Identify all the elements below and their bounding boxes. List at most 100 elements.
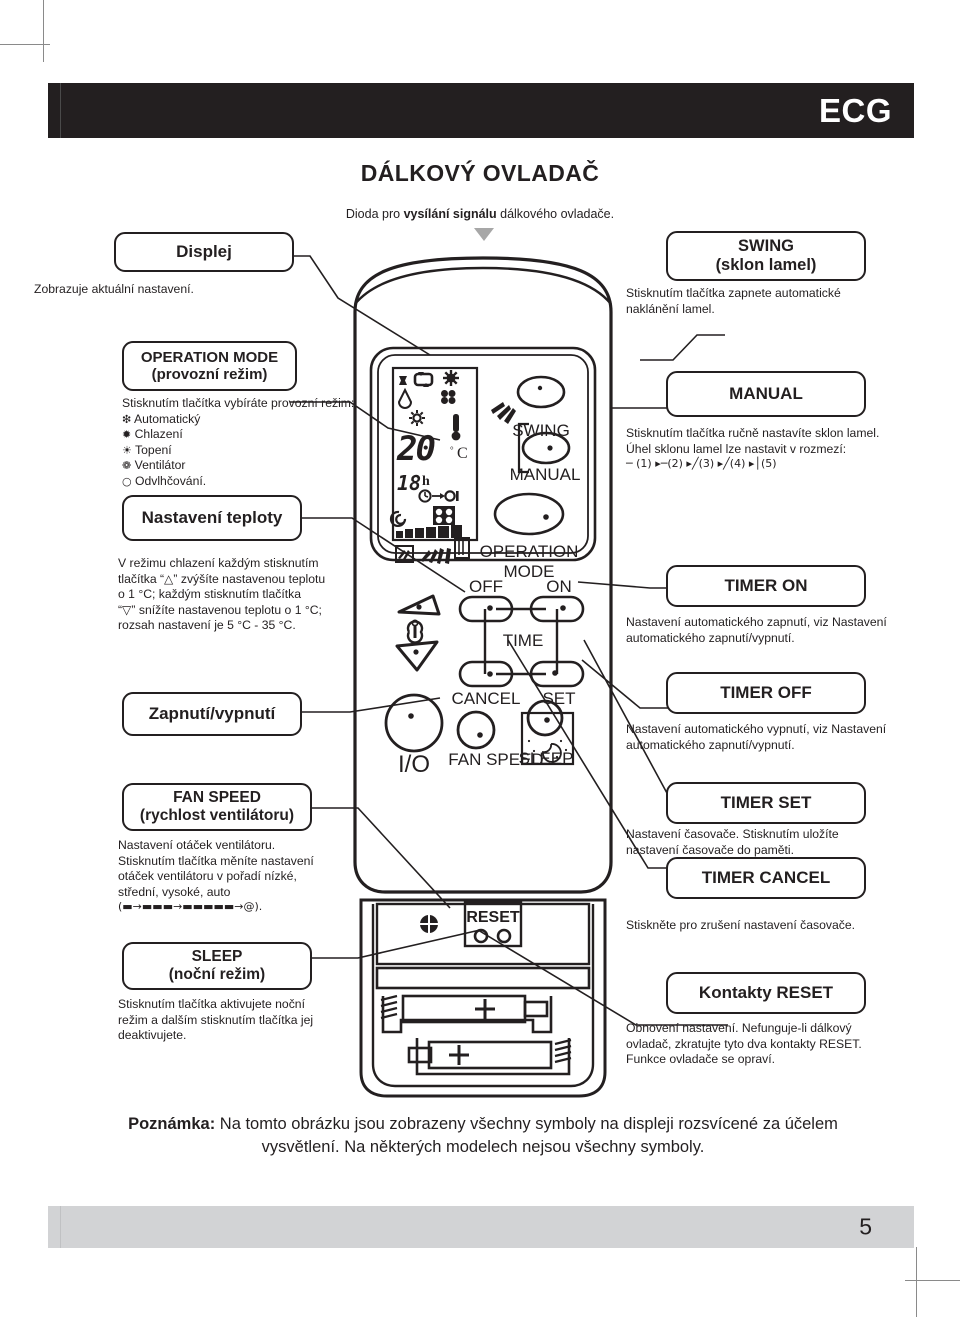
thermometer-icon [406,619,424,644]
mode-label-heating: Topení [135,442,172,457]
callout-swing[interactable]: SWING (sklon lamel) [666,231,866,281]
header-side-stripe [60,83,61,138]
mode-label-dehumidify: Odvlhčování. [135,474,207,489]
manual-button-label: MANUAL [510,465,581,484]
callout-swing-title-2: (sklon lamel) [715,256,817,274]
timer-on-desc-line-1: Nastavení automatického zapnutí, viz Nas… [626,615,887,629]
swing-desc-line-2: naklánění lamel. [626,301,715,316]
callout-fan-speed-desc: Nastavení otáček ventilátoru. Stisknutím… [118,838,378,915]
callout-timer-set[interactable]: TIMER SET [666,782,866,824]
fan-speed-button [456,710,496,750]
fan-speed-desc-line-3: otáček ventilátoru v pořadí nízké, [118,869,297,884]
callout-manual-desc: Stisknutím tlačítka ručně nastavíte sklo… [626,426,936,471]
crop-mark-bottom-right-vertical [916,1247,917,1317]
lcd-temperature-value: 20 [396,429,434,469]
operation-mode-button [493,492,565,536]
swing-desc-line-1: Stisknutím tlačítka zapnete automatické [626,286,841,300]
timer-cancel-button-label: CANCEL [452,689,521,708]
callout-operation-mode-desc: Stisknutím tlačítka vybíráte provozní re… [122,396,372,490]
operation-mode-button-label-1: OPERATION [480,542,579,561]
callout-display-desc: Zobrazuje aktuální nastavení. [34,282,194,296]
timer-off-button-label: OFF [469,577,503,596]
callout-operation-mode-title-1: OPERATION MODE [140,348,279,366]
mode-item-fan: ❁ Ventilátor [122,458,372,474]
fan-icon: ❁ [122,459,132,473]
ir-led-caption-post: dálkového ovladače. [496,207,615,221]
auto-mode-icon: ❇ [122,412,132,426]
callout-power-title: Zapnutí/vypnutí [148,704,276,724]
callout-operation-mode-title-2: (provozní režim) [151,366,268,383]
callout-reset-desc: Obnovení nastavení. Nefunguje-li dálkový… [626,1021,936,1068]
operation-mode-list: ❇ Automatický ✹ Chlazení ☀ Topení ❁ Vent… [122,412,372,490]
mode-item-dehumidify: ○ Odvlhčování. [122,474,372,490]
page-number: 5 [859,1213,872,1240]
manual-angle-symbols: ─ (1) ▸─(2) ▸╱(3) ▸╱(4) ▸│(5) [626,457,777,471]
callout-power[interactable]: Zapnutí/vypnutí [122,692,302,736]
page-title: DÁLKOVÝ OVLADAČ [360,160,600,186]
callout-fan-speed-title-1: FAN SPEED [173,789,261,807]
footnote-text: Na tomto obrázku jsou zobrazeny všechny … [215,1115,838,1156]
reset-contact-2 [496,928,512,944]
fan-speed-desc-line-2: Stisknutím tlačítka měníte nastavení [118,853,314,868]
reset-desc-line-3: Funkce ovladače se opraví. [626,1052,776,1067]
footnote: Poznámka: Na tomto obrázku jsou zobrazen… [118,1113,848,1159]
ir-led-caption-bold: vysílání signálu [403,207,497,221]
callout-fan-speed-title-2: (rychlost ventilátoru) [139,807,295,824]
heating-icon: ☀ [122,443,132,457]
reset-contact-1 [473,928,489,944]
reset-label: RESET [466,909,520,926]
crop-mark-top-left-horizontal [0,44,50,45]
temp-down-button [395,640,439,672]
time-label: TIME [503,631,544,650]
callout-timer-off[interactable]: TIMER OFF [666,672,866,714]
callout-display[interactable]: Displej [114,232,294,272]
dehumidify-icon: ○ [122,475,132,489]
callout-reset[interactable]: Kontakty RESET [666,972,866,1014]
fan-speed-desc-line-4: střední, vysoké, auto [118,884,231,899]
callout-temperature[interactable]: Nastavení teploty [122,495,302,541]
manual-desc-line-2: Úhel sklonu lamel lze nastavit v rozmezí… [626,441,847,456]
sleep-desc-line-3: deaktivujete. [118,1028,187,1043]
manual-page: ECG DÁLKOVÝ OVLADAČ Dioda pro vysílání s… [0,0,960,1325]
callout-timer-on[interactable]: TIMER ON [666,565,866,607]
timer-on-button-label: ON [546,577,572,596]
ir-led-caption-pre: Dioda pro [345,207,404,221]
sleep-desc-line-1: Stisknutím tlačítka aktivujete noční [118,997,305,1011]
fan-speed-symbols: (▬→▬▬▬→▬▬▬▬▬→@). [118,900,263,914]
lcd-hours-value: 18 [397,471,421,495]
footer-side-stripe [60,1206,61,1248]
callout-timer-off-desc: Nastavení automatického vypnutí, viz Nas… [626,722,936,753]
callout-swing-desc: Stisknutím tlačítka zapnete automatické … [626,286,926,317]
cooling-icon: ✹ [122,428,132,442]
temperature-desc-line-2: tlačítka “△” zvýšíte nastavenou teplotu [118,571,326,586]
power-button [384,693,444,753]
callout-sleep[interactable]: SLEEP (noční režim) [122,942,312,990]
callout-swing-title-1: SWING [738,236,794,255]
header-bar: ECG [48,83,914,138]
callout-sleep-title-1: SLEEP [191,948,243,966]
reset-desc-line-2: ovladač, zkratujte tyto dva kontakty RES… [626,1036,862,1051]
callout-timer-set-title: TIMER SET [720,793,812,813]
lcd-unit-label: C [457,445,468,462]
callout-manual-title: MANUAL [729,384,803,404]
callout-fan-speed[interactable]: FAN SPEED (rychlost ventilátoru) [122,783,312,831]
timer-set-desc-line-1: Nastavení časovače. Stisknutím uložíte [626,827,839,841]
crop-mark-top-left-vertical [43,0,44,62]
callout-temperature-title: Nastavení teploty [141,508,283,528]
timer-off-desc-line-2: automatického zapnutí/vypnutí. [626,737,795,752]
power-button-label: I/O [398,751,430,778]
callout-timer-cancel-title: TIMER CANCEL [701,868,831,888]
mode-item-cooling: ✹ Chlazení [122,427,372,443]
mode-label-auto: Automatický [133,411,201,426]
temperature-desc-line-1: V režimu chlazení každým stisknutím [118,556,319,570]
callout-reset-title: Kontakty RESET [698,983,834,1003]
callout-timer-cancel[interactable]: TIMER CANCEL [666,857,866,899]
timer-off-desc-line-1: Nastavení automatického vypnutí, viz Nas… [626,722,887,736]
operation-mode-desc-intro: Stisknutím tlačítka vybíráte provozní re… [122,396,355,410]
callout-timer-on-desc: Nastavení automatického zapnutí, viz Nas… [626,615,936,646]
callout-operation-mode[interactable]: OPERATION MODE (provozní režim) [122,341,297,391]
mode-item-auto: ❇ Automatický [122,412,372,428]
callout-manual[interactable]: MANUAL [666,371,866,417]
footer-bar: 5 [48,1206,914,1248]
footnote-label: Poznámka: [128,1115,216,1133]
